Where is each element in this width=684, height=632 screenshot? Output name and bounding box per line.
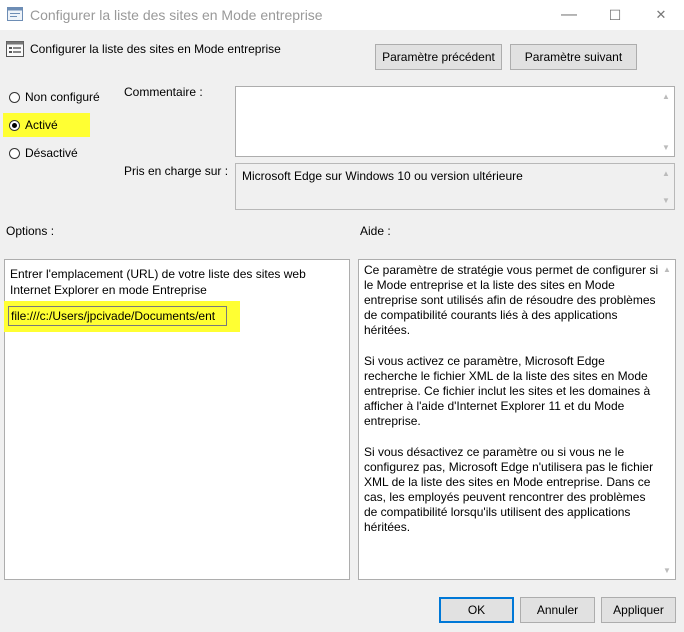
- scroll-down-icon[interactable]: ▼: [659, 563, 675, 577]
- policy-setting-icon: [6, 41, 24, 57]
- help-paragraph: Ce paramètre de stratégie vous permet de…: [364, 263, 659, 337]
- scroll-up-icon[interactable]: ▲: [658, 166, 674, 180]
- setting-title: Configurer la liste des sites en Mode en…: [30, 42, 281, 56]
- url-description: Entrer l'emplacement (URL) de votre list…: [10, 267, 306, 297]
- scroll-up-icon[interactable]: ▲: [659, 262, 675, 276]
- supported-scrollbar[interactable]: ▲ ▼: [658, 164, 674, 209]
- supported-on-label: Pris en charge sur :: [124, 164, 229, 178]
- next-setting-button[interactable]: Paramètre suivant: [510, 44, 637, 70]
- minimize-button[interactable]: —: [546, 0, 592, 30]
- radio-disabled[interactable]: Désactivé: [9, 146, 78, 160]
- maximize-button[interactable]: ☐: [592, 0, 638, 30]
- url-input[interactable]: file:///c:/Users/jpcivade/Documents/ent: [8, 306, 227, 326]
- help-label: Aide :: [360, 224, 391, 238]
- scroll-down-icon[interactable]: ▼: [658, 140, 674, 154]
- scroll-up-icon[interactable]: ▲: [658, 89, 674, 103]
- window-title: Configurer la liste des sites en Mode en…: [30, 7, 323, 23]
- comment-textarea[interactable]: ▲ ▼: [235, 86, 675, 157]
- help-scrollbar[interactable]: ▲ ▼: [659, 260, 675, 579]
- comment-scrollbar[interactable]: ▲ ▼: [658, 87, 674, 156]
- radio-label: Activé: [25, 118, 58, 132]
- previous-setting-button[interactable]: Paramètre précédent: [375, 44, 502, 70]
- policy-app-icon: [7, 7, 23, 21]
- radio-selected-icon: [9, 119, 20, 131]
- supported-on-field: Microsoft Edge sur Windows 10 ou version…: [235, 163, 675, 210]
- radio-label: Désactivé: [25, 146, 78, 160]
- close-button[interactable]: ✕: [638, 0, 684, 30]
- options-panel: Entrer l'emplacement (URL) de votre list…: [4, 259, 350, 580]
- help-panel: Ce paramètre de stratégie vous permet de…: [358, 259, 676, 580]
- comment-label: Commentaire :: [124, 85, 203, 99]
- help-paragraph: Si vous désactivez ce paramètre ou si vo…: [364, 445, 654, 534]
- radio-not-configured[interactable]: Non configuré: [9, 90, 100, 104]
- radio-enabled[interactable]: Activé: [9, 118, 58, 132]
- ok-button[interactable]: OK: [439, 597, 514, 623]
- title-bar: Configurer la liste des sites en Mode en…: [0, 0, 684, 30]
- radio-label: Non configuré: [25, 90, 100, 104]
- help-text: Ce paramètre de stratégie vous permet de…: [364, 263, 659, 551]
- radio-circle-icon: [9, 147, 20, 159]
- help-paragraph: Si vous activez ce paramètre, Microsoft …: [364, 354, 651, 428]
- cancel-button[interactable]: Annuler: [520, 597, 595, 623]
- radio-circle-icon: [9, 91, 20, 103]
- supported-on-value: Microsoft Edge sur Windows 10 ou version…: [242, 169, 523, 183]
- options-label: Options :: [6, 224, 55, 238]
- comment-value: [236, 87, 674, 95]
- apply-button[interactable]: Appliquer: [601, 597, 676, 623]
- scroll-down-icon[interactable]: ▼: [658, 193, 674, 207]
